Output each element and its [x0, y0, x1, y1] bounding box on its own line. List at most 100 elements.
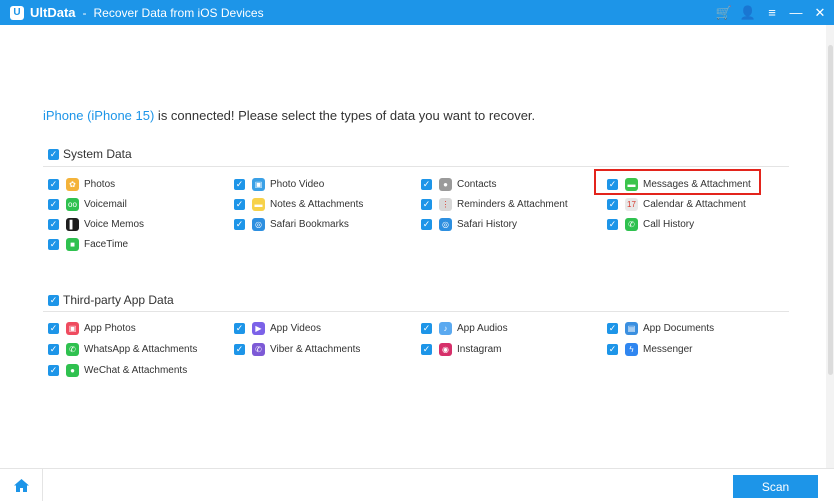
data-type-item[interactable]: ✓ ▶ App Videos [234, 321, 321, 335]
item-checkbox[interactable]: ✓ [607, 322, 618, 334]
item-checkbox[interactable]: ✓ [48, 322, 59, 334]
user-icon: 👤 [739, 4, 757, 20]
data-type-item[interactable]: ✓ 17 Calendar & Attachment [607, 197, 746, 211]
data-type-item[interactable]: ✓ ◎ Safari History [421, 217, 517, 231]
item-label: Photo Video [270, 178, 325, 190]
data-type-item[interactable]: ✓ ▬ Notes & Attachments [234, 197, 363, 211]
item-checkbox[interactable]: ✓ [421, 198, 432, 210]
messages-highlight-box [594, 169, 761, 195]
item-label: Photos [84, 178, 116, 190]
item-label: Safari History [457, 218, 518, 230]
facetime-icon: ■ [66, 237, 79, 251]
data-type-item[interactable]: ✓ ◉ Instagram [421, 342, 501, 356]
divider [43, 166, 789, 167]
item-checkbox[interactable]: ✓ [48, 218, 59, 230]
safari-history-icon: ◎ [439, 217, 452, 231]
connection-message: iPhone (iPhone 15) is connected! Please … [43, 108, 535, 123]
voicemail-icon: oo [66, 197, 79, 211]
data-type-item[interactable]: ✓ ϟ Messenger [607, 342, 692, 356]
menu-icon: ≡ [768, 5, 776, 20]
data-type-item[interactable]: ✓ ✆ Call History [607, 217, 694, 231]
data-type-item[interactable]: ✓ ✆ WhatsApp & Attachments [48, 342, 197, 356]
title-bar: U UltData - Recover Data from iOS Device… [0, 0, 834, 25]
app-videos-icon: ▶ [252, 321, 265, 335]
third-party-label: Third-party App Data [63, 293, 174, 307]
item-checkbox[interactable]: ✓ [234, 178, 245, 190]
user-button[interactable]: 👤 [740, 5, 756, 21]
item-checkbox[interactable]: ✓ [607, 198, 618, 210]
window-controls: 🛒 👤 ≡ — ✕ [716, 0, 828, 25]
item-checkbox[interactable]: ✓ [48, 238, 59, 250]
data-type-item[interactable]: ✓ ▣ App Photos [48, 321, 136, 335]
data-type-item[interactable]: ✓ ◎ Safari Bookmarks [234, 217, 349, 231]
home-button[interactable] [0, 469, 43, 501]
connection-message-text: is connected! Please select the types of… [154, 108, 536, 123]
item-checkbox[interactable]: ✓ [48, 198, 59, 210]
item-label: Messenger [643, 343, 693, 355]
item-checkbox[interactable]: ✓ [48, 364, 59, 376]
item-checkbox[interactable]: ✓ [421, 178, 432, 190]
item-checkbox[interactable]: ✓ [607, 218, 618, 230]
item-checkbox[interactable]: ✓ [234, 218, 245, 230]
whatsapp-icon: ✆ [66, 342, 79, 356]
data-type-item[interactable]: ✓ ▤ App Documents [607, 321, 714, 335]
app-photos-icon: ▣ [66, 321, 79, 335]
section-third-party-data[interactable]: ✓ Third-party App Data [48, 293, 174, 307]
item-checkbox[interactable]: ✓ [48, 343, 59, 355]
item-label: Calendar & Attachment [643, 198, 746, 210]
call-history-icon: ✆ [625, 217, 638, 231]
item-label: Voicemail [84, 198, 127, 210]
minimize-button[interactable]: — [788, 5, 804, 21]
scan-button[interactable]: Scan [733, 475, 818, 498]
menu-button[interactable]: ≡ [764, 5, 780, 21]
item-label: Voice Memos [84, 218, 145, 230]
data-type-item[interactable]: ✓ ▌ Voice Memos [48, 217, 144, 231]
item-label: Viber & Attachments [270, 343, 361, 355]
third-party-checkbox[interactable]: ✓ [48, 294, 59, 306]
item-checkbox[interactable]: ✓ [607, 343, 618, 355]
item-label: Reminders & Attachment [457, 198, 568, 210]
item-label: Instagram [457, 343, 502, 355]
data-type-item[interactable]: ✓ ▣ Photo Video [234, 177, 324, 191]
item-label: App Videos [270, 322, 321, 334]
notes-icon: ▬ [252, 197, 265, 211]
item-checkbox[interactable]: ✓ [234, 322, 245, 334]
cart-icon: 🛒 [715, 4, 733, 20]
system-data-label: System Data [63, 147, 132, 161]
app-documents-icon: ▤ [625, 321, 638, 335]
messenger-icon: ϟ [625, 342, 638, 356]
item-checkbox[interactable]: ✓ [234, 343, 245, 355]
item-checkbox[interactable]: ✓ [234, 198, 245, 210]
close-button[interactable]: ✕ [812, 5, 828, 21]
data-type-item[interactable]: ✓ oo Voicemail [48, 197, 127, 211]
photo-video-icon: ▣ [252, 177, 265, 191]
safari-bookmarks-icon: ◎ [252, 217, 265, 231]
item-label: WhatsApp & Attachments [84, 343, 198, 355]
item-checkbox[interactable]: ✓ [421, 343, 432, 355]
data-type-item[interactable]: ✓ ♪ App Audios [421, 321, 508, 335]
scrollbar-thumb[interactable] [828, 45, 833, 375]
reminders-icon: ⋮ [439, 197, 452, 211]
data-type-item[interactable]: ✓ ⋮ Reminders & Attachment [421, 197, 568, 211]
item-checkbox[interactable]: ✓ [421, 322, 432, 334]
device-name: iPhone (iPhone 15) [43, 108, 155, 123]
app-audios-icon: ♪ [439, 321, 452, 335]
section-system-data[interactable]: ✓ System Data [48, 147, 132, 161]
item-label: WeChat & Attachments [84, 364, 188, 376]
photos-icon: ✿ [66, 177, 79, 191]
data-type-item[interactable]: ✓ ■ FaceTime [48, 237, 128, 251]
item-label: Contacts [457, 178, 497, 190]
cart-button[interactable]: 🛒 [716, 5, 732, 21]
system-data-checkbox[interactable]: ✓ [48, 148, 59, 160]
item-checkbox[interactable]: ✓ [421, 218, 432, 230]
calendar-icon: 17 [625, 197, 638, 211]
title-separator: - [82, 5, 87, 20]
item-checkbox[interactable]: ✓ [48, 178, 59, 190]
instagram-icon: ◉ [439, 342, 452, 356]
data-type-item[interactable]: ✓ ✆ Viber & Attachments [234, 342, 360, 356]
minimize-icon: — [789, 5, 803, 20]
data-type-item[interactable]: ✓ ● Contacts [421, 177, 496, 191]
item-label: Call History [643, 218, 695, 230]
data-type-item[interactable]: ✓ ✿ Photos [48, 177, 115, 191]
data-type-item[interactable]: ✓ ● WeChat & Attachments [48, 363, 187, 377]
